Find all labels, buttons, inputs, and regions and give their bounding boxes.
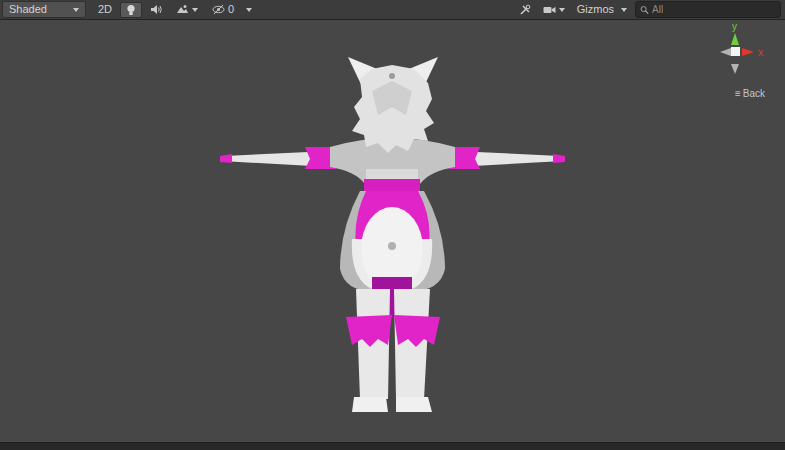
effects-toggle[interactable] (170, 2, 204, 18)
orientation-gizmo[interactable]: y x ≡ Back (713, 22, 779, 101)
character-model (0, 20, 785, 441)
camera-dropdown[interactable] (539, 2, 569, 18)
search-input[interactable] (652, 2, 776, 17)
dropdown-arrow-icon (73, 8, 79, 12)
dropdown-arrow-icon (559, 8, 565, 12)
audio-toggle[interactable] (144, 2, 168, 18)
scene-canvas[interactable]: y x ≡ Back (0, 20, 785, 442)
hidden-dropdown[interactable] (242, 2, 256, 18)
view-name: Back (743, 86, 765, 101)
toolbar-right: Gizmos (515, 0, 781, 19)
light-bulb-icon (126, 4, 136, 16)
tools-button[interactable] (515, 2, 535, 18)
lighting-toggle[interactable] (120, 2, 142, 18)
shading-mode-label: Shaded (9, 3, 47, 16)
center-cube-icon[interactable] (731, 47, 740, 56)
gizmos-label: Gizmos (577, 1, 614, 18)
hidden-objects-toggle[interactable]: 0 (206, 1, 240, 18)
y-axis[interactable]: y (731, 22, 739, 45)
shading-mode-dropdown[interactable]: Shaded (2, 1, 86, 18)
dropdown-arrow-icon (621, 8, 627, 12)
view-label[interactable]: ≡ Back (735, 86, 765, 101)
scene-toolbar: Shaded 2D 0 (0, 0, 785, 20)
bottom-strip (0, 442, 785, 450)
x-axis[interactable]: x (742, 47, 763, 58)
dropdown-arrow-icon (246, 8, 252, 12)
dropdown-arrow-icon (192, 8, 198, 12)
view-menu-icon: ≡ (735, 86, 741, 101)
effects-icon (176, 4, 189, 15)
scene-view: Shaded 2D 0 (0, 0, 785, 450)
x-axis-label: x (758, 47, 763, 58)
hidden-count: 0 (228, 3, 234, 16)
camera-icon (543, 5, 556, 15)
2d-toggle[interactable]: 2D (92, 1, 118, 18)
search-field[interactable] (635, 1, 781, 18)
tools-icon (519, 4, 531, 16)
y-axis-label: y (732, 22, 737, 32)
axis-gizmo[interactable]: y x (713, 22, 779, 84)
speaker-icon (150, 4, 162, 15)
gizmos-dropdown[interactable]: Gizmos (573, 0, 631, 19)
hidden-eye-icon (212, 4, 225, 15)
search-icon (640, 5, 649, 15)
2d-label: 2D (98, 3, 112, 16)
